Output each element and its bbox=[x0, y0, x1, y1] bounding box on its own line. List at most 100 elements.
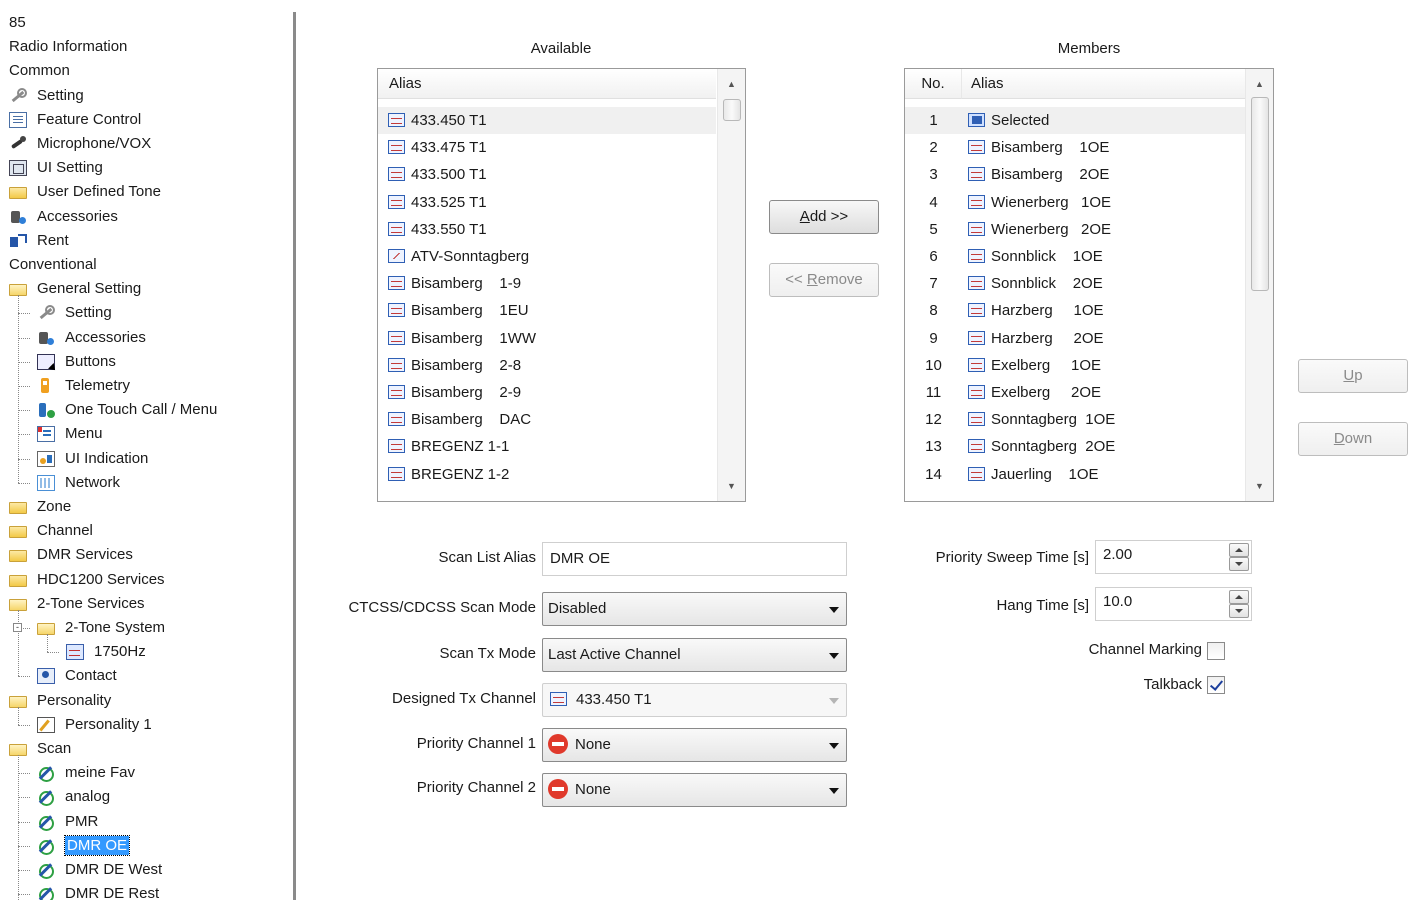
member-row[interactable]: 13 Sonntagberg 2OE bbox=[905, 433, 1245, 460]
member-row[interactable]: 14 Jauerling 1OE bbox=[905, 461, 1245, 488]
member-row[interactable]: 2 Bisamberg 1OE bbox=[905, 134, 1245, 161]
scroll-down-icon[interactable]: ▼ bbox=[1246, 473, 1273, 499]
tree-item[interactable]: DMR Services bbox=[9, 544, 133, 566]
tree-item[interactable]: Accessories bbox=[37, 327, 146, 349]
tree-item-label: Feature Control bbox=[37, 110, 142, 128]
tree-item[interactable]: Conventional bbox=[9, 254, 97, 276]
members-alias-column-header[interactable]: Alias bbox=[962, 69, 1245, 99]
tree-item[interactable]: Personality 1 bbox=[37, 714, 152, 736]
available-row[interactable]: ATV-Sonntagberg bbox=[378, 243, 716, 270]
available-row[interactable]: BREGENZ 1-1 bbox=[378, 433, 716, 460]
tree-item[interactable]: Radio Information bbox=[9, 36, 127, 58]
available-row[interactable]: 433.550 T1 bbox=[378, 216, 716, 243]
tree-item[interactable]: One Touch Call / Menu bbox=[37, 399, 217, 421]
tree-item[interactable]: 1750Hz bbox=[66, 641, 146, 663]
tree-item[interactable]: meine Fav bbox=[37, 762, 135, 784]
add-button[interactable]: Add >> bbox=[769, 200, 879, 234]
tree-item[interactable]: DMR DE Rest bbox=[37, 883, 159, 900]
available-row[interactable]: 433.525 T1 bbox=[378, 189, 716, 216]
available-alias-column-header[interactable]: Alias bbox=[378, 69, 716, 99]
member-row[interactable]: 10 Exelberg 1OE bbox=[905, 352, 1245, 379]
increment-icon[interactable] bbox=[1229, 590, 1249, 604]
member-row[interactable]: 11 Exelberg 2OE bbox=[905, 379, 1245, 406]
remove-button[interactable]: << Remove bbox=[769, 263, 879, 297]
member-row[interactable]: 8 Harzberg 1OE bbox=[905, 297, 1245, 324]
priority-channel-1-select[interactable]: None bbox=[542, 728, 847, 762]
tree-item[interactable]: Channel bbox=[9, 520, 93, 542]
tree-item[interactable]: General Setting bbox=[9, 278, 141, 300]
available-scrollbar[interactable]: ▲ ▼ bbox=[717, 69, 745, 501]
scroll-thumb[interactable] bbox=[1251, 97, 1269, 291]
priority-sweep-time-spinner[interactable]: 2.00 bbox=[1095, 540, 1252, 574]
member-row[interactable]: 12 Sonntagberg 1OE bbox=[905, 406, 1245, 433]
available-row[interactable]: Bisamberg 2-9 bbox=[378, 379, 716, 406]
available-row[interactable]: Bisamberg DAC bbox=[378, 406, 716, 433]
available-row[interactable]: 433.475 T1 bbox=[378, 134, 716, 161]
tree-item[interactable]: Rent bbox=[9, 230, 69, 252]
tree-item[interactable]: Microphone/VOX bbox=[9, 133, 151, 155]
member-row[interactable]: 1 Selected bbox=[905, 107, 1245, 134]
available-row[interactable]: 433.450 T1 bbox=[378, 107, 716, 134]
tree-item[interactable]: Telemetry bbox=[37, 375, 130, 397]
tree-item[interactable]: Zone bbox=[9, 496, 71, 518]
members-no-column-header[interactable]: No. bbox=[905, 69, 962, 99]
tree-splitter[interactable] bbox=[293, 12, 296, 900]
tree-item[interactable]: DMR DE West bbox=[37, 859, 162, 881]
member-row[interactable]: 4 Wienerberg 1OE bbox=[905, 189, 1245, 216]
tree-item[interactable]: Accessories bbox=[9, 206, 118, 228]
tree-item[interactable]: UI Setting bbox=[9, 157, 103, 179]
tree-item[interactable]: Network bbox=[37, 472, 120, 494]
members-scrollbar[interactable]: ▲ ▼ bbox=[1245, 69, 1273, 501]
available-row[interactable]: Bisamberg 2-8 bbox=[378, 352, 716, 379]
tree-item[interactable]: Common bbox=[9, 60, 70, 82]
tree-item[interactable]: 85 bbox=[9, 12, 26, 34]
tree-item[interactable]: Setting bbox=[37, 302, 112, 324]
decrement-icon[interactable] bbox=[1229, 557, 1249, 571]
member-row[interactable]: 3 Bisamberg 2OE bbox=[905, 161, 1245, 188]
available-row[interactable]: BREGENZ 1-2 bbox=[378, 461, 716, 488]
scroll-thumb[interactable] bbox=[723, 99, 741, 121]
tree-item[interactable]: User Defined Tone bbox=[9, 181, 161, 203]
collapse-icon[interactable]: - bbox=[13, 623, 22, 632]
tree-item[interactable]: PMR bbox=[37, 811, 98, 833]
tree-item[interactable]: Contact bbox=[37, 665, 117, 687]
available-list[interactable]: Alias 433.450 T1 433.475 T1 433.500 T1 433.… bbox=[377, 68, 746, 502]
available-row[interactable]: Bisamberg 1EU bbox=[378, 297, 716, 324]
tree-item[interactable]: Setting bbox=[9, 85, 84, 107]
move-up-button[interactable]: Up bbox=[1298, 359, 1408, 393]
priority-channel-2-select[interactable]: None bbox=[542, 773, 847, 807]
members-list[interactable]: No. Alias 1 Selected 2 Bisamberg 1OE 3 Bisamb… bbox=[904, 68, 1274, 502]
designed-tx-channel-select[interactable]: 433.450 T1 bbox=[542, 683, 847, 717]
member-row[interactable]: 7 Sonnblick 2OE bbox=[905, 270, 1245, 297]
member-row[interactable]: 5 Wienerberg 2OE bbox=[905, 216, 1245, 243]
tree-item-label: PMR bbox=[65, 812, 99, 830]
scroll-up-icon[interactable]: ▲ bbox=[1246, 71, 1273, 97]
scan-tx-mode-select[interactable]: Last Active Channel bbox=[542, 638, 847, 672]
tree-item[interactable]: UI Indication bbox=[37, 448, 148, 470]
tree-item[interactable]: Feature Control bbox=[9, 109, 141, 131]
scan-list-alias-input[interactable]: DMR OE bbox=[542, 542, 847, 576]
tree-item[interactable]: 2-Tone Services bbox=[9, 593, 145, 615]
available-row[interactable]: Bisamberg 1-9 bbox=[378, 270, 716, 297]
increment-icon[interactable] bbox=[1229, 543, 1249, 557]
member-row-alias: Harzberg 2OE bbox=[991, 329, 1104, 347]
talkback-checkbox[interactable] bbox=[1207, 676, 1225, 694]
available-row[interactable]: Bisamberg 1WW bbox=[378, 325, 716, 352]
move-down-button[interactable]: Down bbox=[1298, 422, 1408, 456]
hang-time-spinner[interactable]: 10.0 bbox=[1095, 587, 1252, 621]
member-row[interactable]: 9 Harzberg 2OE bbox=[905, 325, 1245, 352]
tree-item[interactable]: Buttons bbox=[37, 351, 116, 373]
scroll-down-icon[interactable]: ▼ bbox=[718, 473, 745, 499]
tree-item[interactable]: Personality bbox=[9, 690, 111, 712]
member-row[interactable]: 6 Sonnblick 1OE bbox=[905, 243, 1245, 270]
scroll-up-icon[interactable]: ▲ bbox=[718, 71, 745, 97]
tree-item[interactable]: 2-Tone System bbox=[37, 617, 165, 639]
decrement-icon[interactable] bbox=[1229, 604, 1249, 618]
tree-item[interactable]: Menu bbox=[37, 423, 103, 445]
tree-item[interactable]: analog bbox=[37, 786, 110, 808]
available-row[interactable]: 433.500 T1 bbox=[378, 161, 716, 188]
tree-item[interactable]: DMR OE bbox=[37, 835, 130, 857]
tree-item[interactable]: HDC1200 Services bbox=[9, 569, 165, 591]
ctcss-scan-mode-select[interactable]: Disabled bbox=[542, 592, 847, 626]
channel-marking-checkbox[interactable] bbox=[1207, 642, 1225, 660]
